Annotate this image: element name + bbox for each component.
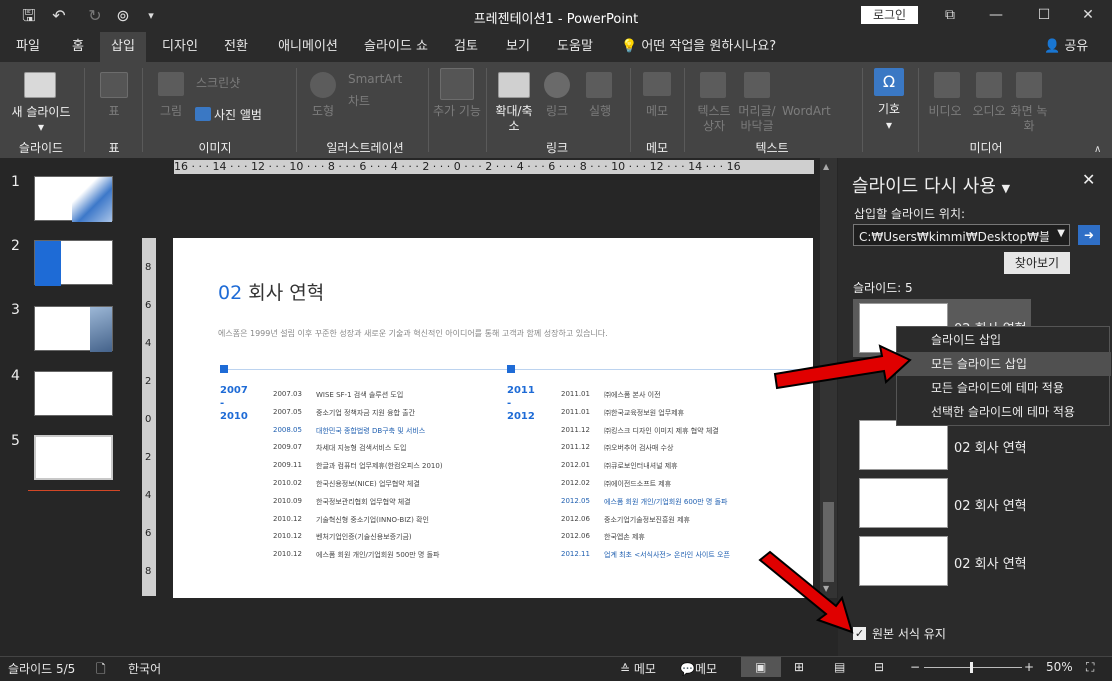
language-indicator[interactable]: 한국어 xyxy=(128,660,161,677)
fit-to-window-icon[interactable]: ⛶ xyxy=(1086,660,1094,675)
zoom-level[interactable]: 50% xyxy=(1046,660,1073,674)
normal-view-icon: ▣ xyxy=(755,660,767,674)
comments-label: 메모 xyxy=(694,662,718,676)
reading-view-icon[interactable]: ▤ xyxy=(834,660,845,674)
annotation-arrows xyxy=(758,344,912,634)
red-arrow-icon xyxy=(758,550,854,634)
slide-sorter-icon[interactable]: ⊞ xyxy=(794,660,804,674)
notes-label: 메모 xyxy=(633,662,656,676)
zoom-slider[interactable] xyxy=(924,667,1022,668)
spelling-icon[interactable]: 🗋 xyxy=(96,660,106,681)
notes-button[interactable]: ≙ 메모 xyxy=(620,660,656,677)
zoom-out-icon[interactable]: − xyxy=(910,660,920,674)
zoom-slider-thumb[interactable] xyxy=(970,662,973,673)
slide-indicator: 슬라이드 5/5 xyxy=(8,662,76,676)
red-arrow-icon xyxy=(773,344,912,390)
comment-icon: 💬 xyxy=(680,662,695,676)
status-bar: 슬라이드 5/5 🗋 한국어 ≙ 메모 💬메모 ▣ ⊞ ▤ ⊟ − + 50% … xyxy=(0,656,1112,677)
zoom-in-icon[interactable]: + xyxy=(1024,660,1034,674)
notes-icon: ≙ xyxy=(620,662,634,676)
slideshow-icon[interactable]: ⊟ xyxy=(874,660,884,674)
comments-button[interactable]: 💬메모 xyxy=(680,660,717,677)
